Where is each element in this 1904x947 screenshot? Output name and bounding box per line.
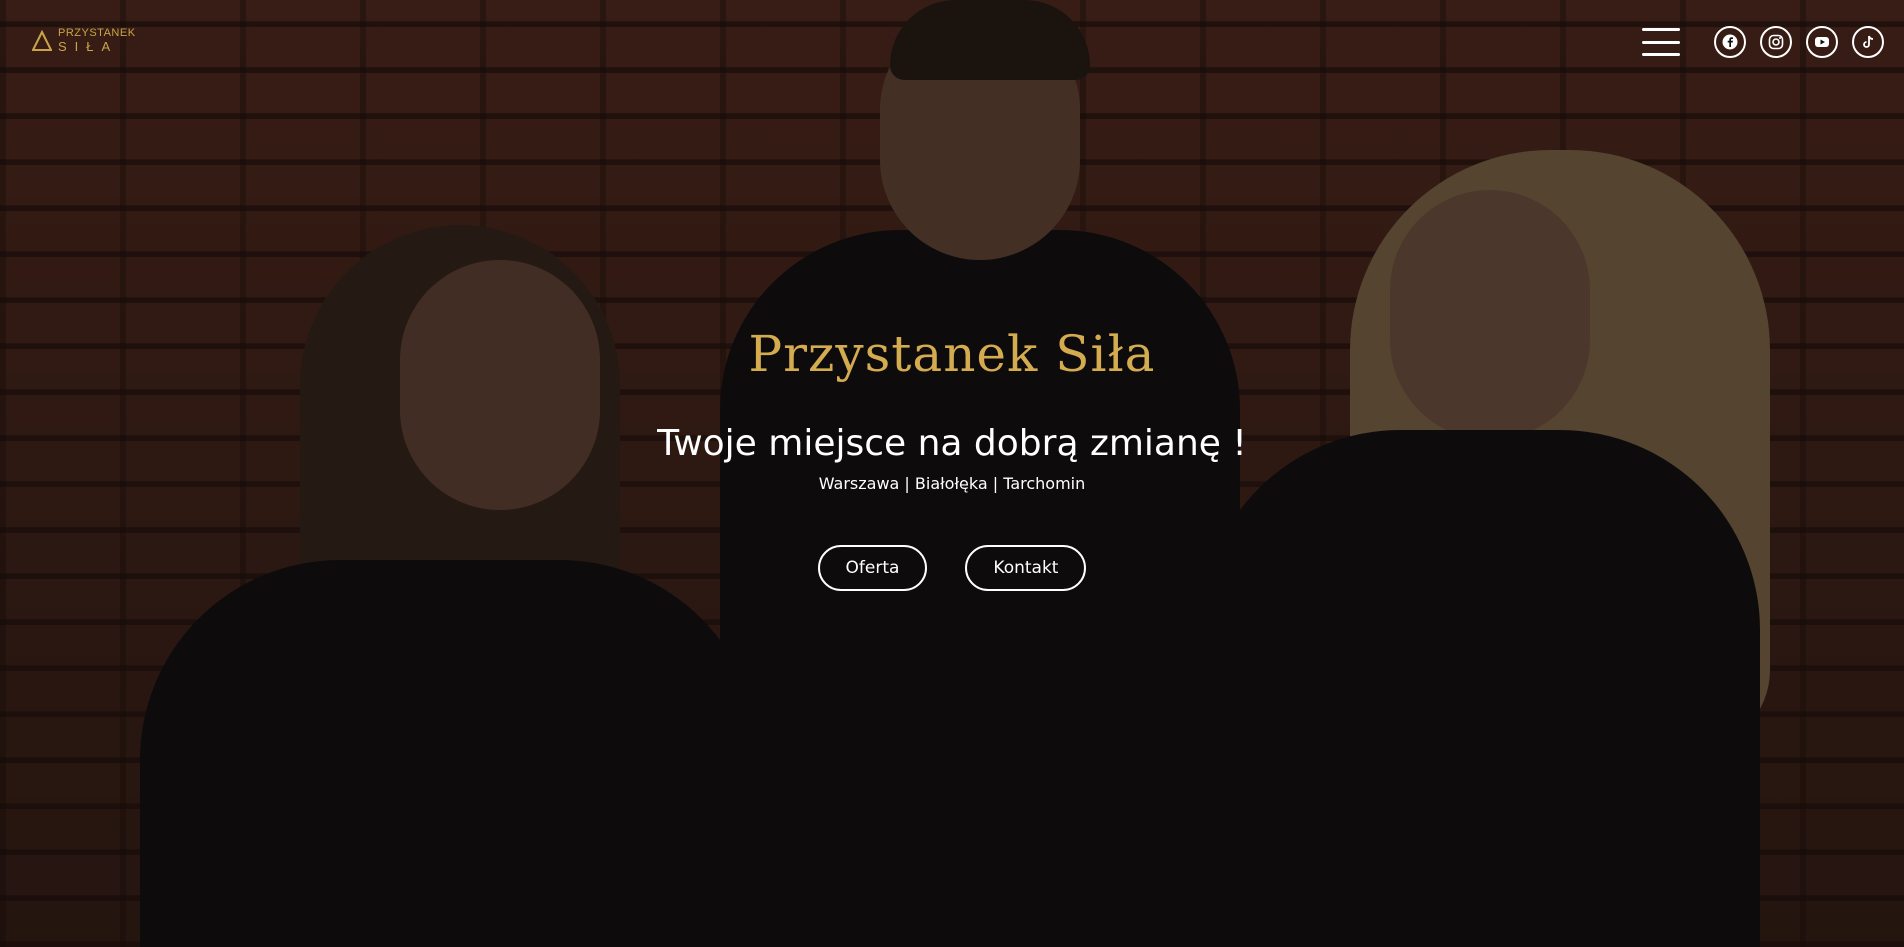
- facebook-icon[interactable]: [1714, 26, 1746, 58]
- tiktok-icon[interactable]: [1852, 26, 1884, 58]
- logo-text: PRZYSTANEK SIŁA: [58, 27, 136, 54]
- site-logo[interactable]: PRZYSTANEK SIŁA: [32, 28, 136, 53]
- hamburger-icon[interactable]: [1642, 28, 1680, 56]
- hamburger-line: [1642, 40, 1680, 44]
- contact-button[interactable]: Kontakt: [965, 545, 1087, 591]
- hero-buttons: Oferta Kontakt: [0, 545, 1904, 591]
- logo-text-bottom: SIŁA: [58, 39, 119, 54]
- logo-text-top: PRZYSTANEK: [58, 27, 136, 39]
- logo-triangle-icon: [32, 29, 52, 51]
- hamburger-line: [1642, 28, 1680, 31]
- hero-content: Przystanek Siła Twoje miejsce na dobrą z…: [0, 325, 1904, 591]
- instagram-icon[interactable]: [1760, 26, 1792, 58]
- hero-title: Przystanek Siła: [748, 325, 1156, 383]
- offer-button[interactable]: Oferta: [817, 545, 928, 591]
- hero-section: PRZYSTANEK SIŁA Przystanek Siła Twoje mi…: [0, 0, 1904, 947]
- youtube-icon[interactable]: [1806, 26, 1838, 58]
- hamburger-line: [1642, 53, 1680, 56]
- hero-locations: Warszawa | Białołęka | Tarchomin: [818, 474, 1086, 493]
- social-links: [1714, 26, 1884, 58]
- hero-tagline: Twoje miejsce na dobrą zmianę !: [657, 423, 1247, 464]
